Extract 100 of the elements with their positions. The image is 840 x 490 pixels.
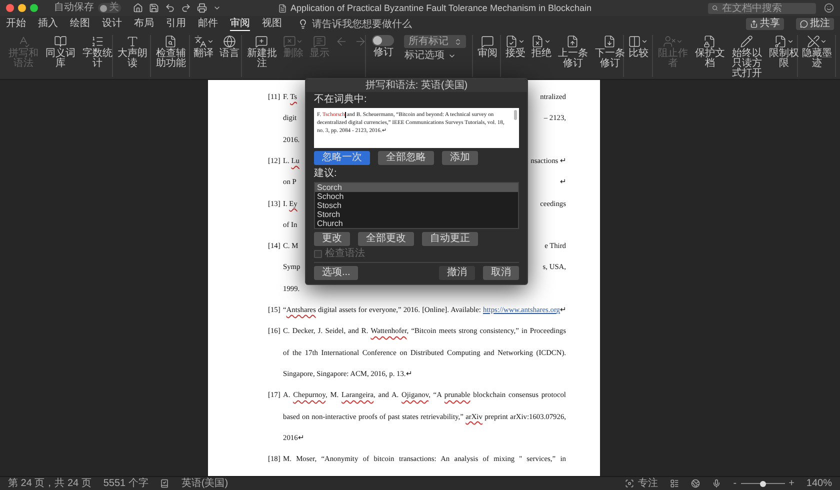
suggestion-item[interactable]: Church	[315, 219, 518, 228]
left-arrow-icon	[335, 35, 348, 48]
caret-icon	[676, 38, 683, 45]
translate-button[interactable]: 翻译	[192, 35, 216, 59]
ribbon-tab[interactable]: 邮件	[198, 17, 218, 31]
redo-icon[interactable]	[181, 3, 191, 13]
autosave-label: 自动保存	[54, 3, 94, 13]
window-title: Application of Practical Byzantine Fault Tolerance Mechanism in Blockchain	[290, 3, 592, 13]
undo-icon[interactable]	[165, 3, 175, 13]
print-layout-icon[interactable]	[670, 479, 680, 488]
caret-icon	[206, 38, 214, 45]
thesaurus-button[interactable]: 同义词库	[43, 35, 78, 69]
save-icon[interactable]	[149, 3, 159, 13]
speech-bubble-icon	[480, 35, 494, 48]
document-icon	[278, 4, 286, 12]
search-icon	[712, 4, 718, 12]
cancel-button[interactable]: 取消	[483, 266, 519, 280]
read-only-button[interactable]: 始终以只读方式打开	[729, 35, 764, 79]
language-status[interactable]: 英语(美国)	[181, 478, 228, 488]
zoom-percent[interactable]: 140%	[806, 478, 832, 488]
suggestion-item[interactable]: Schoch	[315, 192, 518, 201]
zoom-in-button[interactable]: +	[788, 478, 794, 488]
spell-check-icon	[17, 35, 30, 48]
zoom-slider[interactable]	[740, 480, 785, 486]
add-button[interactable]: 添加	[442, 151, 478, 165]
page-count[interactable]: 第 24 页，共 24 页	[8, 478, 92, 488]
smiley-icon[interactable]	[824, 3, 834, 13]
options-button[interactable]: 选项...	[314, 266, 358, 280]
ribbon-tab[interactable]: 设计	[102, 17, 122, 31]
globe-icon	[223, 35, 236, 48]
ignore-all-button[interactable]: 全部忽略	[378, 151, 434, 165]
comment-x-icon	[283, 35, 296, 48]
print-icon[interactable]	[197, 3, 207, 13]
microphone-icon[interactable]	[712, 479, 722, 488]
suggestion-item[interactable]: Storch	[315, 210, 518, 219]
track-changes-label: 修订	[373, 48, 394, 58]
check-grammar-label: 检查语法	[325, 249, 365, 259]
comments-button[interactable]: 批注	[796, 18, 834, 30]
home-icon[interactable]	[133, 3, 143, 13]
caret-icon	[518, 38, 526, 45]
ignore-once-button[interactable]: 忽略一次	[314, 151, 370, 165]
next-change-button[interactable]: 下一条修订	[592, 35, 628, 69]
pencil-icon	[740, 35, 754, 48]
previous-change-button[interactable]: 上一条修订	[555, 35, 590, 69]
maximize-button[interactable]	[30, 4, 38, 12]
ribbon-tab[interactable]: 视图	[262, 17, 282, 31]
autocorrect-button[interactable]: 自动更正	[422, 232, 478, 246]
minimize-button[interactable]	[18, 4, 26, 12]
caret-icon	[296, 38, 304, 45]
scrollbar-thumb[interactable]	[514, 110, 517, 120]
ribbon-tab[interactable]: 开始	[6, 17, 26, 31]
ribbon-tab[interactable]: 引用	[166, 17, 186, 31]
tell-me-field[interactable]: 请告诉我您想要做什么	[312, 18, 422, 30]
close-button[interactable]	[6, 4, 14, 12]
comment-text-icon	[312, 35, 326, 48]
ribbon-tab[interactable]: 插入	[38, 17, 58, 31]
share-button[interactable]: 共享	[746, 18, 784, 30]
focus-button[interactable]: 专注	[625, 478, 658, 488]
ribbon-tab[interactable]: 绘图	[70, 17, 90, 31]
caret-icon[interactable]	[213, 4, 221, 12]
zoom-out-button[interactable]: -	[733, 478, 737, 488]
caret-icon	[786, 38, 794, 45]
suggestion-item[interactable]: Scorch	[315, 183, 518, 192]
suggestion-item[interactable]: Stosch	[315, 201, 518, 210]
accept-button[interactable]: 接受	[503, 35, 528, 59]
numbered-list-icon	[91, 35, 104, 48]
caret-icon	[448, 52, 456, 60]
read-aloud-button[interactable]: 大声朗读	[114, 35, 150, 69]
language-button[interactable]: 语言	[218, 35, 242, 59]
document-check-icon	[505, 35, 518, 48]
hide-ink-button[interactable]: 隐藏墨迹	[800, 35, 835, 69]
reviewing-pane-button[interactable]: 审阅	[475, 35, 500, 59]
ribbon-tab[interactable]: 布局	[134, 17, 154, 31]
proofing-book-icon[interactable]	[160, 479, 170, 488]
right-arrow-icon	[354, 35, 368, 48]
document-down-icon	[603, 35, 616, 48]
accessibility-button[interactable]: 检查辅助功能	[153, 35, 188, 69]
new-comment-button[interactable]: 新建批注	[244, 35, 280, 69]
zoom-thumb[interactable]	[760, 480, 766, 486]
focus-icon	[625, 479, 634, 488]
restrict-button[interactable]: 限制权限	[766, 35, 802, 69]
protect-button[interactable]: 保护文档	[692, 35, 728, 69]
caret-icon	[641, 38, 648, 45]
compare-button[interactable]: 比较	[626, 35, 650, 59]
word-count[interactable]: 5551 个字	[103, 478, 148, 488]
person-x-icon	[662, 35, 676, 48]
change-button[interactable]: 更改	[314, 232, 350, 246]
change-all-button[interactable]: 全部更改	[358, 232, 414, 246]
track-changes-switch[interactable]	[372, 35, 394, 46]
word-count-button[interactable]: 字数统计	[80, 35, 115, 69]
document-search-icon	[164, 35, 178, 48]
ribbon-tab[interactable]: 审阅	[230, 17, 250, 31]
markup-select[interactable]: 所有标记	[404, 35, 466, 48]
comment-plus-icon	[255, 35, 268, 48]
speech-bubble-icon	[800, 20, 808, 28]
pen-off-icon	[807, 35, 820, 48]
reject-button[interactable]: 拒绝	[529, 35, 554, 59]
columns-icon	[628, 35, 642, 48]
markup-options-button[interactable]: 标记选项	[404, 51, 466, 61]
lightbulb-icon	[298, 19, 308, 29]
